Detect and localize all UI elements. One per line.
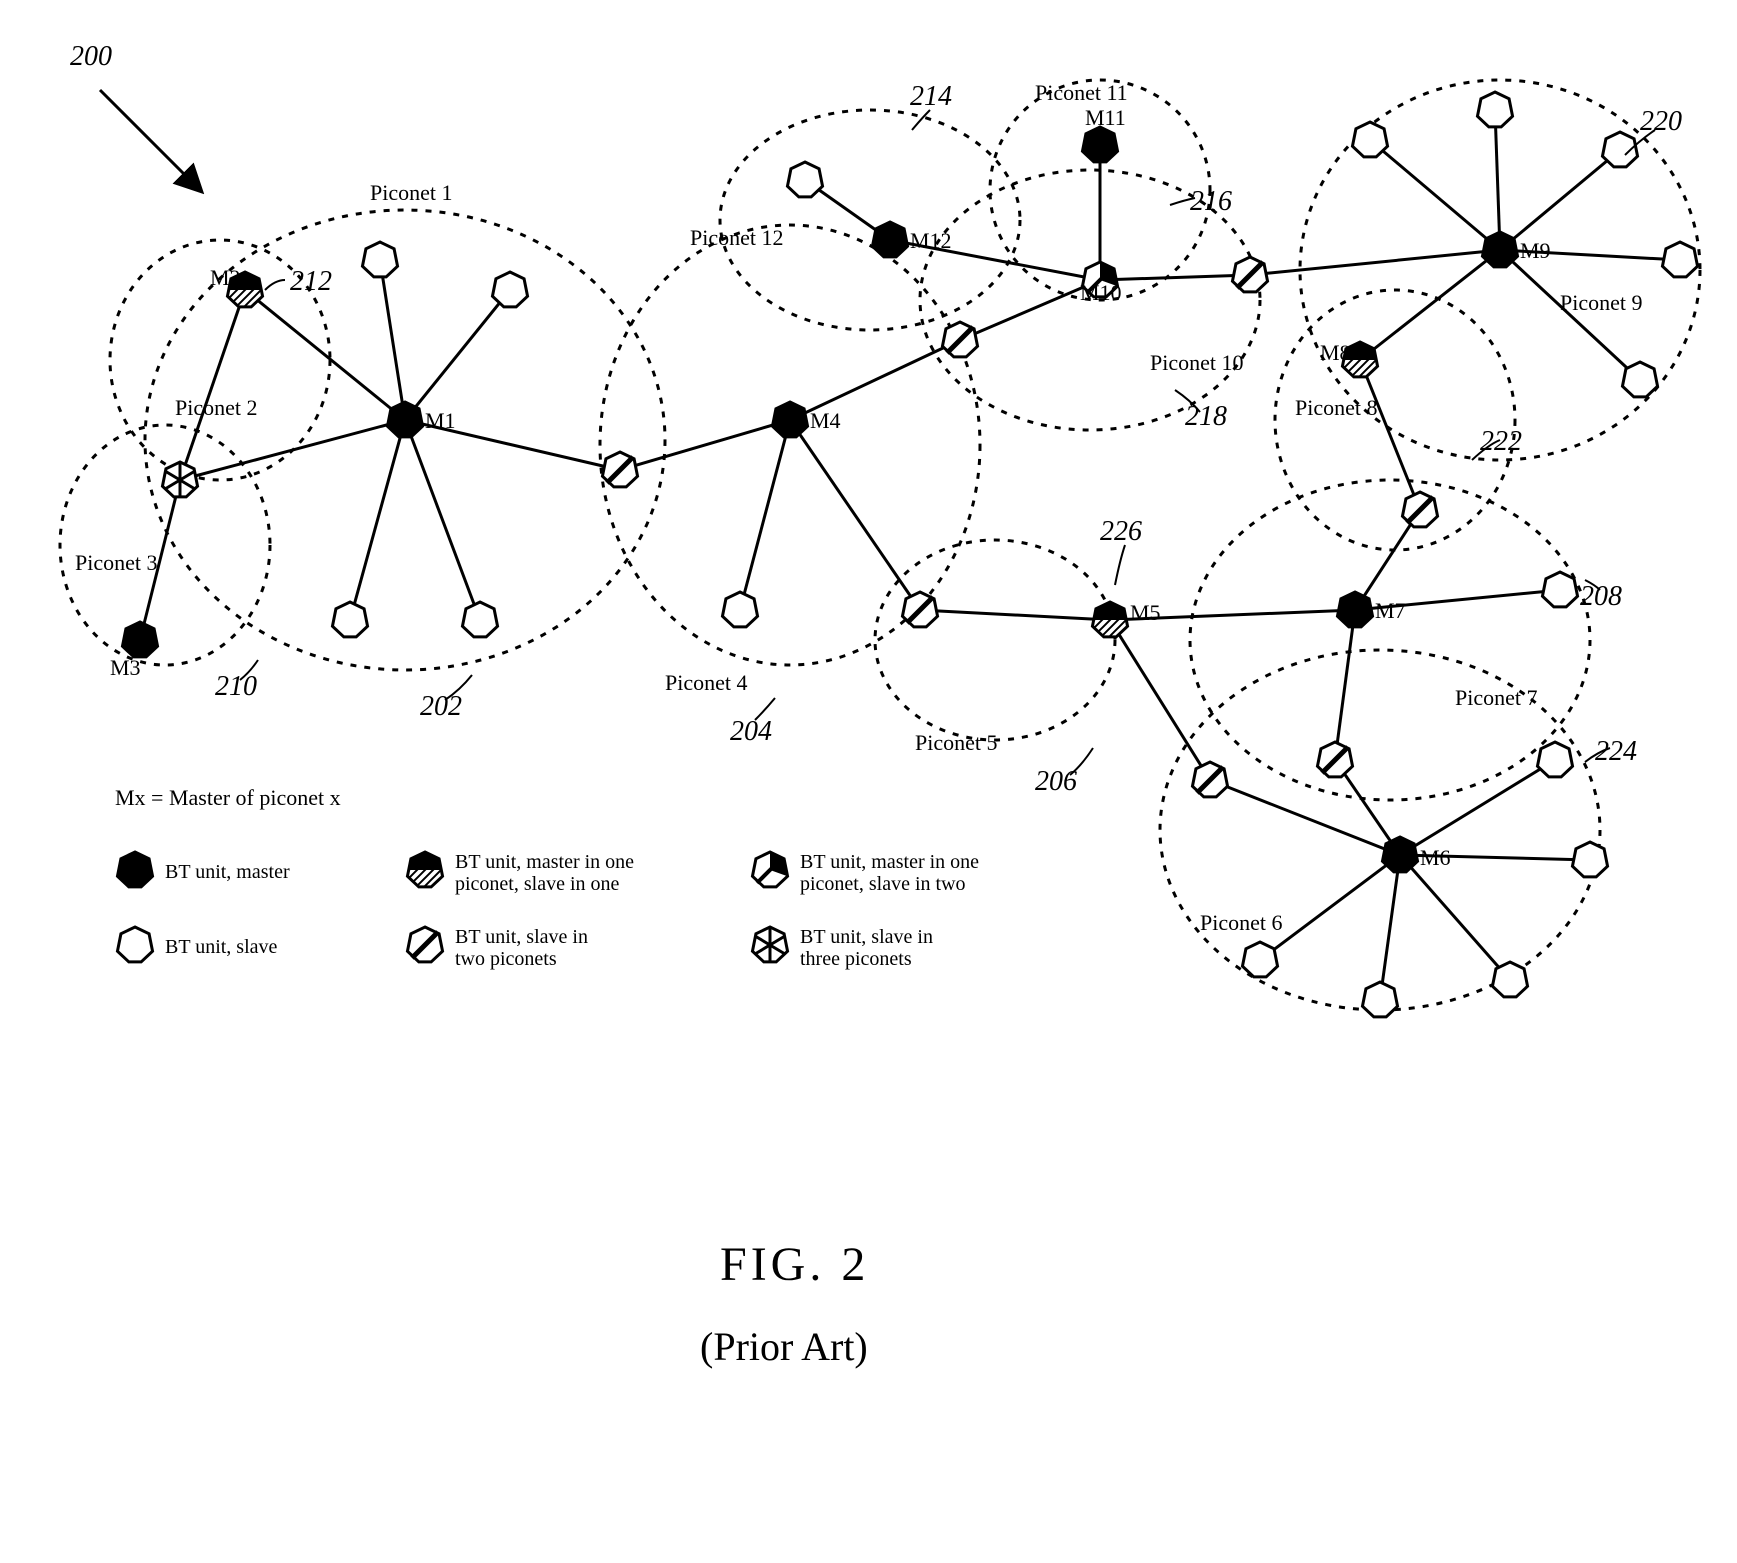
bridge-p5-p6	[1192, 762, 1227, 797]
svg-text:BT unit, slave intwo piconets: BT unit, slave intwo piconets	[455, 926, 588, 970]
legend-s3-l2: three piconets	[800, 948, 912, 970]
ref-226: 226	[1100, 516, 1142, 547]
m8-label: M8	[1320, 340, 1351, 365]
legend-note: Mx = Master of piconet x	[115, 785, 341, 810]
legend-slave: BT unit, slave	[165, 936, 278, 958]
legend-ms2-l1: BT unit, master in one	[800, 851, 979, 873]
bridge-p1-p2-p3	[162, 462, 197, 498]
m3-label: M3	[110, 655, 141, 680]
piconet-1-label: Piconet 1	[370, 180, 453, 205]
bridge-p7-p8	[1402, 492, 1437, 527]
legend-s2-l1: BT unit, slave in	[455, 926, 588, 948]
piconet-2-label: Piconet 2	[175, 395, 258, 420]
legend-s3-l1: BT unit, slave in	[800, 926, 933, 948]
node-m7	[1337, 592, 1372, 627]
piconet-12-boundary	[720, 110, 1020, 330]
ref-222: 222	[1480, 426, 1522, 457]
m4-label: M4	[810, 408, 841, 433]
m11-label: M11	[1085, 105, 1126, 130]
piconet-4-label: Piconet 4	[665, 670, 748, 695]
bridge-p6-p7	[1317, 742, 1352, 777]
node-m9	[1482, 232, 1517, 267]
svg-text:BT unit, master in onepiconet,: BT unit, master in onepiconet, slave in …	[800, 851, 979, 895]
m5-label: M5	[1130, 600, 1161, 625]
legend: Mx = Master of piconet x BT unit, master…	[115, 785, 979, 970]
ref-204: 204	[730, 716, 772, 747]
ref-212: 212	[290, 266, 332, 297]
piconet-3-label: Piconet 3	[75, 550, 158, 575]
ref-210: 210	[215, 671, 257, 702]
piconet-8-label: Piconet 8	[1295, 395, 1378, 420]
node-m11	[1082, 127, 1117, 162]
piconet-10-label: Piconet 10	[1150, 350, 1244, 375]
figure-ref: 200	[70, 41, 112, 72]
piconet-11-label: Piconet 11	[1035, 80, 1128, 105]
piconet-12-label: Piconet 12	[690, 225, 784, 250]
m2-label: M2	[210, 265, 241, 290]
ref-206: 206	[1035, 766, 1077, 797]
svg-text:BT unit, master in onepiconet,: BT unit, master in onepiconet, slave in …	[455, 851, 634, 895]
figure-title: FIG. 2	[720, 1238, 869, 1291]
bridge-p4-p5	[902, 592, 937, 627]
legend-ms2-l2: piconet, slave in two	[800, 873, 966, 895]
bridge-p1-p4	[602, 452, 637, 487]
piconet-6-label: Piconet 6	[1200, 910, 1283, 935]
legend-ms1-l1: BT unit, master in one	[455, 851, 634, 873]
ref-202: 202	[420, 691, 462, 722]
piconet-7-boundary	[1190, 480, 1590, 800]
figure-subtitle: (Prior Art)	[700, 1324, 868, 1369]
node-m6	[1382, 837, 1417, 872]
legend-ms1-l2: piconet, slave in one	[455, 873, 620, 895]
ref-208: 208	[1580, 581, 1622, 612]
piconet-5-label: Piconet 5	[915, 730, 998, 755]
piconet-5-boundary	[875, 540, 1115, 740]
node-m5	[1092, 602, 1127, 637]
piconet-7-label: Piconet 7	[1455, 685, 1538, 710]
node-m4	[772, 402, 807, 437]
node-m3	[122, 622, 157, 657]
m10-label: M10	[1080, 280, 1122, 305]
m9-label: M9	[1520, 238, 1551, 263]
node-m12	[872, 222, 907, 257]
m6-label: M6	[1420, 845, 1451, 870]
m7-label: M7	[1375, 598, 1406, 623]
legend-master: BT unit, master	[165, 861, 290, 883]
bridge-p9-p10	[1232, 257, 1267, 292]
scatternet-diagram: 200	[0, 0, 1737, 1563]
m12-label: M12	[910, 228, 952, 253]
m1-label: M1	[425, 408, 456, 433]
ref-216: 216	[1190, 186, 1232, 217]
piconet-9-label: Piconet 9	[1560, 290, 1643, 315]
node-m1	[387, 402, 422, 437]
bridge-p4-p10	[942, 322, 977, 357]
ref-218: 218	[1185, 401, 1227, 432]
svg-text:BT unit, slave inthree piconet: BT unit, slave inthree piconets	[800, 926, 933, 970]
legend-s2-l2: two piconets	[455, 948, 557, 970]
ref-214: 214	[910, 81, 952, 112]
ref-220: 220	[1640, 106, 1682, 137]
